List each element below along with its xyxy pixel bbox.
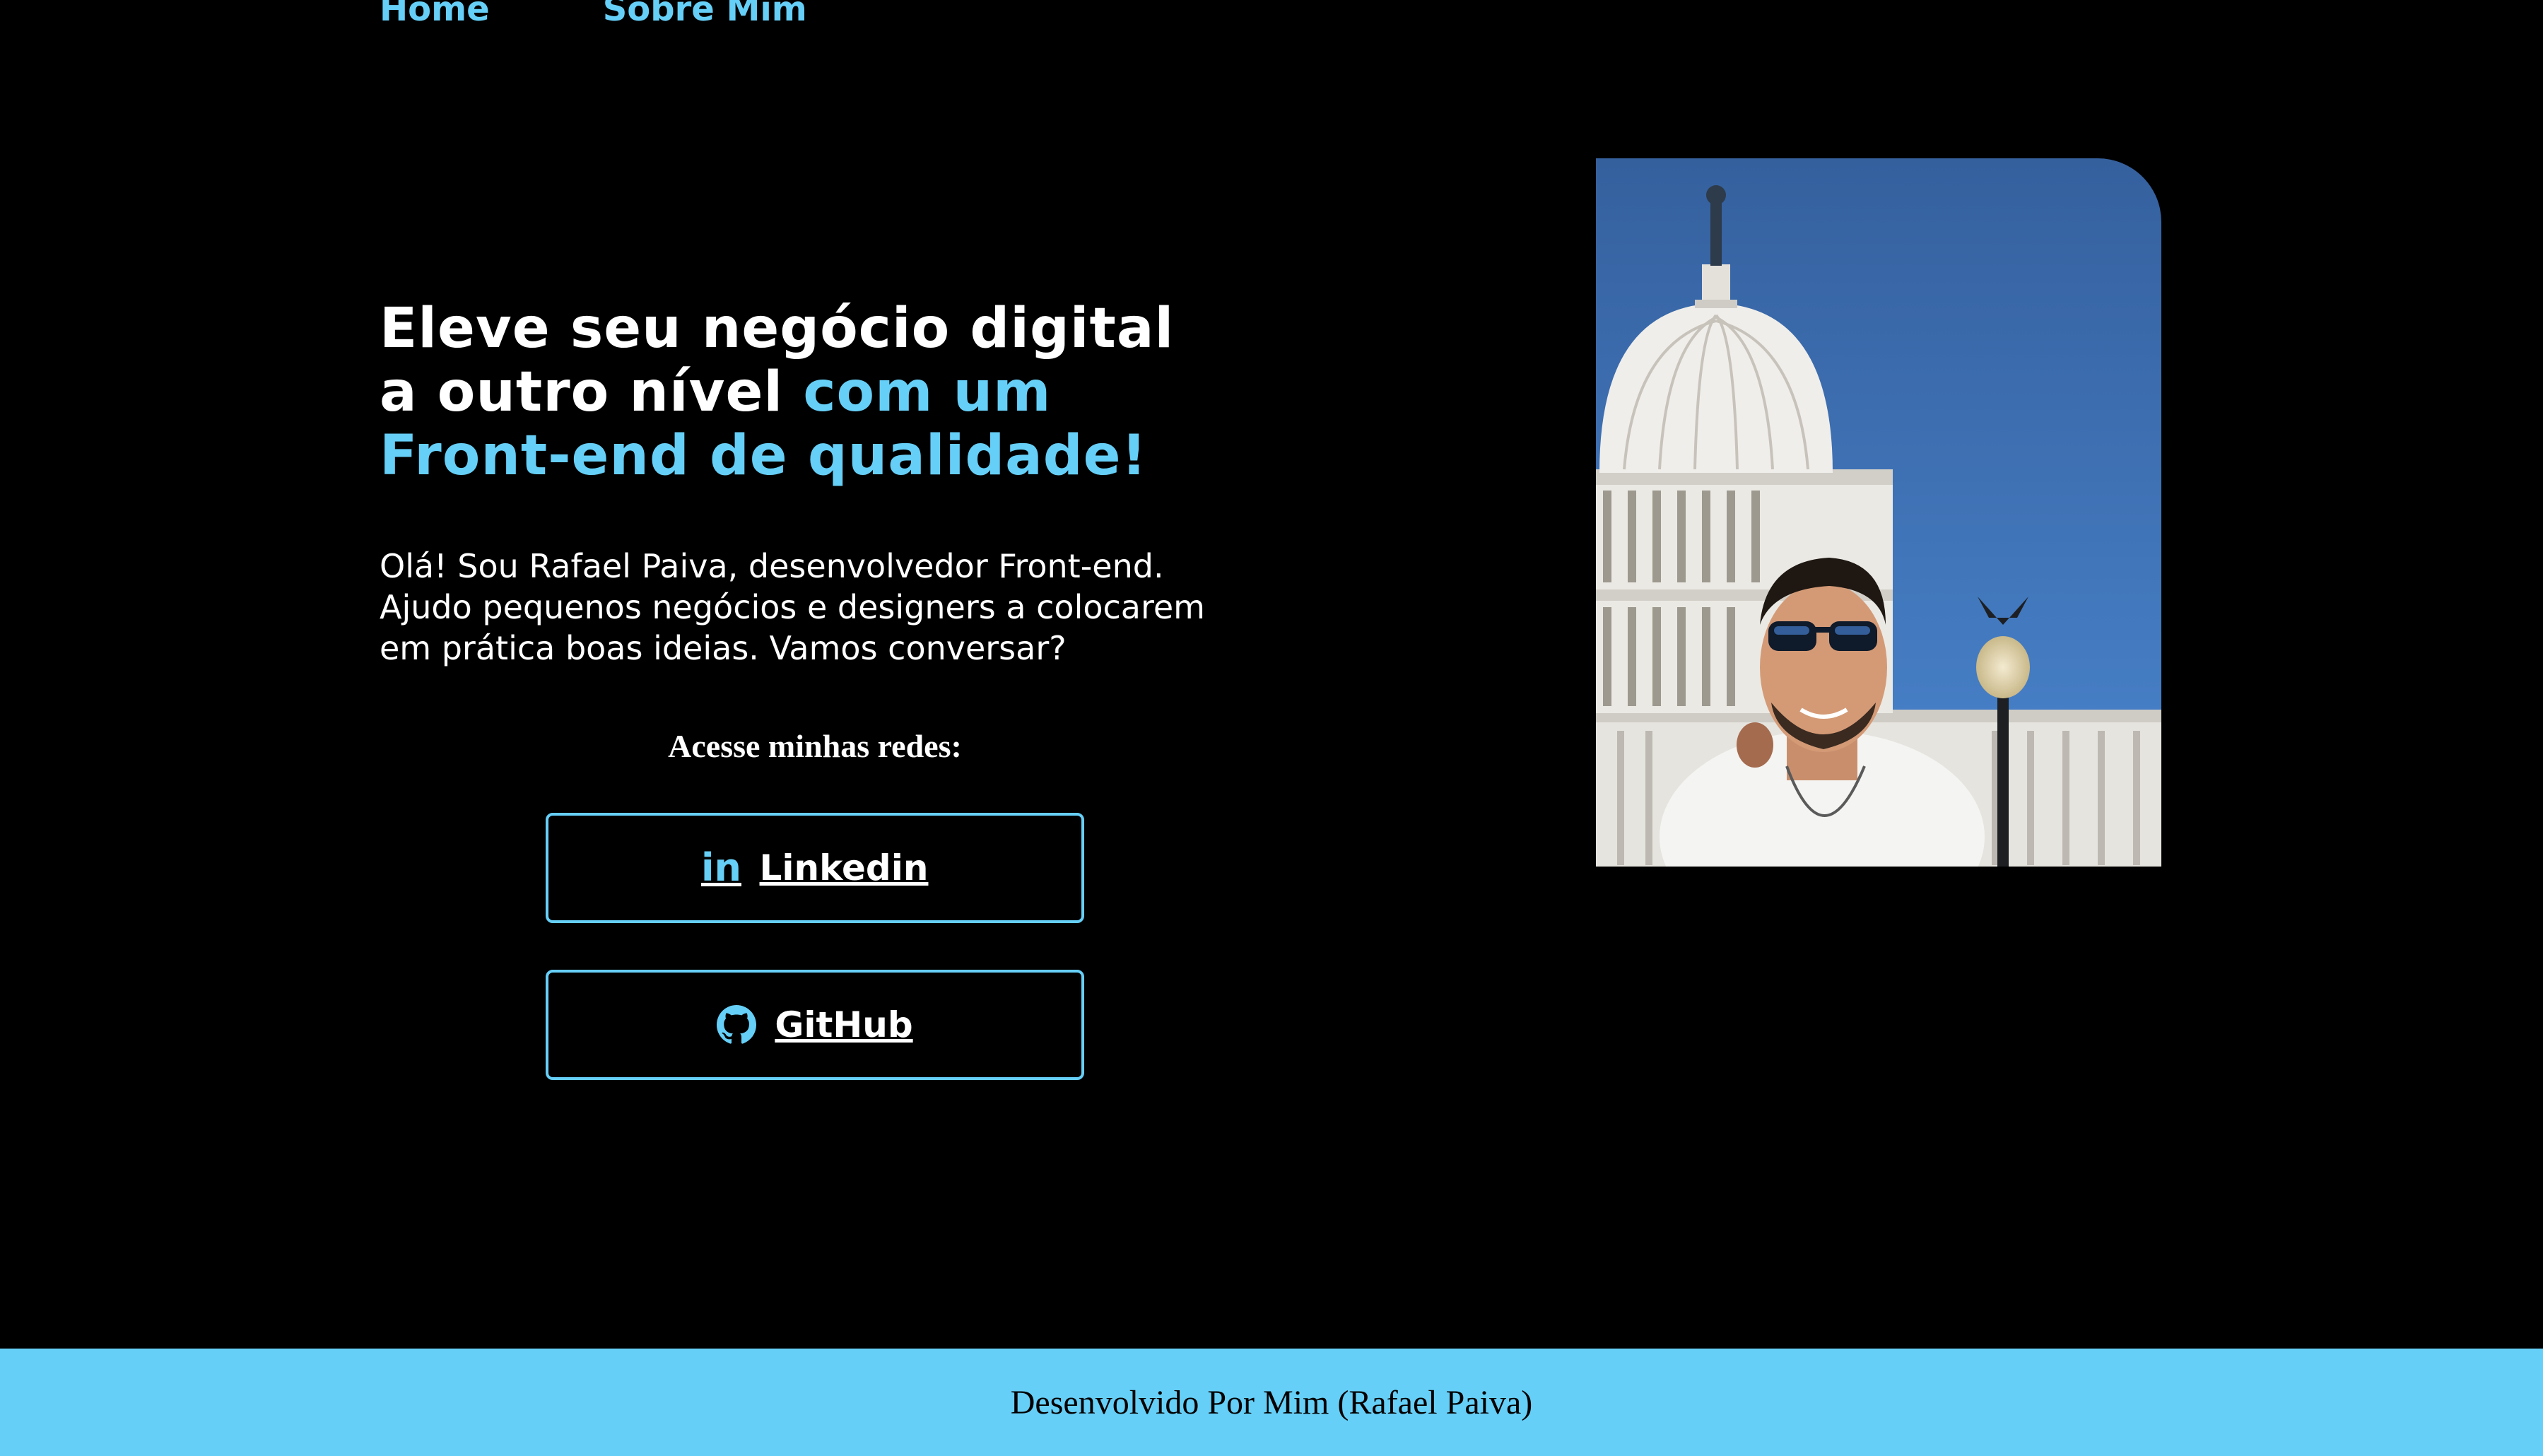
hero-intro-line1: Olá! Sou Rafael Paiva, desenvolvedor Fro… [380,547,1164,585]
hero-title-line2-accent: com um [803,360,1052,424]
github-label: GitHub [775,1004,913,1045]
hero-title-line1: Eleve seu negócio digital [380,297,1175,360]
hero-title-line2: a outro nível [380,360,804,424]
social-heading: Acesse minhas redes: [668,728,962,764]
github-button[interactable]: GitHub [546,970,1084,1080]
github-icon [717,1005,757,1045]
hero-intro-line2: Ajudo pequenos negócios e designers a co… [380,588,1205,626]
linkedin-label: Linkedin [759,847,929,888]
page-footer: Desenvolvido Por Mim (Rafael Paiva) [0,1349,2543,1456]
main-nav: Home Sobre Mim [380,0,807,34]
hero-title: Eleve seu negócio digital a outro nível … [380,297,1298,488]
linkedin-button[interactable]: in Linkedin [546,813,1084,923]
footer-text: Desenvolvido Por Mim (Rafael Paiva) [1010,1383,1533,1421]
hero-intro-line3: em prática boas ideias. Vamos conversar? [380,629,1067,667]
hero-title-line3-accent: Front-end de qualidade! [380,424,1148,488]
profile-photo [1596,158,2161,867]
linkedin-icon: in [701,845,741,890]
hero-intro: Olá! Sou Rafael Paiva, desenvolvedor Fro… [380,546,1298,669]
nav-link-sobre-mim[interactable]: Sobre Mim [603,0,807,34]
nav-link-home[interactable]: Home [380,0,490,34]
